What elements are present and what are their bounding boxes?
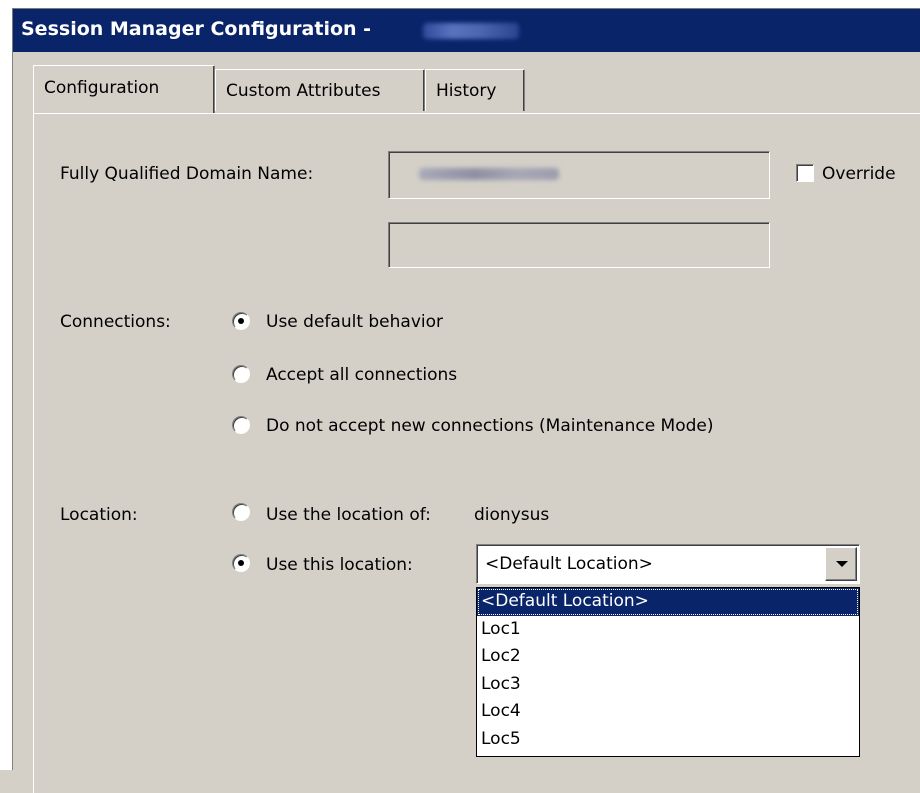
option-use-default-behavior: Use default behavior bbox=[266, 312, 443, 332]
tab-custom-attributes[interactable]: Custom Attributes bbox=[215, 69, 425, 111]
tab-configuration[interactable]: Configuration bbox=[33, 65, 215, 113]
override-checkbox[interactable] bbox=[796, 164, 814, 182]
location-label: Location: bbox=[60, 505, 138, 525]
option-use-this-location: Use this location: bbox=[266, 555, 413, 575]
radio-use-this-location[interactable] bbox=[232, 554, 250, 572]
radio-use-default-behavior[interactable] bbox=[232, 312, 250, 330]
option-maintenance-mode: Do not accept new connections (Maintenan… bbox=[266, 416, 714, 436]
location-dropdown-list: <Default Location> Loc1 Loc2 Loc3 Loc4 L… bbox=[476, 587, 860, 757]
dropdown-option-default-location[interactable]: <Default Location> bbox=[477, 588, 859, 616]
window-title: Session Manager Configuration - bbox=[21, 18, 372, 40]
radio-use-location-of[interactable] bbox=[232, 503, 250, 521]
fqdn-override-field[interactable] bbox=[388, 222, 770, 268]
fqdn-label: Fully Qualified Domain Name: bbox=[60, 164, 314, 184]
dropdown-option-loc3[interactable]: Loc3 bbox=[477, 671, 859, 699]
radio-maintenance-mode[interactable] bbox=[232, 416, 250, 434]
redacted-server-name bbox=[423, 23, 519, 39]
dropdown-option-loc1[interactable]: Loc1 bbox=[477, 616, 859, 644]
option-accept-all-connections: Accept all connections bbox=[266, 365, 458, 385]
dropdown-button[interactable] bbox=[825, 547, 857, 581]
connections-label: Connections: bbox=[60, 312, 171, 332]
location-select-value: <Default Location> bbox=[485, 554, 653, 574]
radio-accept-all-connections[interactable] bbox=[232, 365, 250, 383]
redacted-fqdn-value bbox=[419, 168, 559, 180]
window-frame-top bbox=[0, 0, 920, 8]
override-label: Override bbox=[822, 164, 896, 184]
chevron-down-icon bbox=[836, 561, 848, 567]
tab-history[interactable]: History bbox=[425, 69, 525, 111]
dropdown-option-loc2[interactable]: Loc2 bbox=[477, 643, 859, 671]
window-frame-left bbox=[0, 8, 12, 770]
option-use-location-of: Use the location of: bbox=[266, 505, 431, 525]
location-of-value: dionysus bbox=[474, 505, 550, 525]
dropdown-option-loc5[interactable]: Loc5 bbox=[477, 726, 859, 754]
fqdn-field[interactable] bbox=[388, 151, 770, 199]
location-select[interactable]: <Default Location> bbox=[476, 544, 860, 584]
title-bar[interactable]: Session Manager Configuration - bbox=[12, 8, 920, 52]
dropdown-option-loc4[interactable]: Loc4 bbox=[477, 698, 859, 726]
